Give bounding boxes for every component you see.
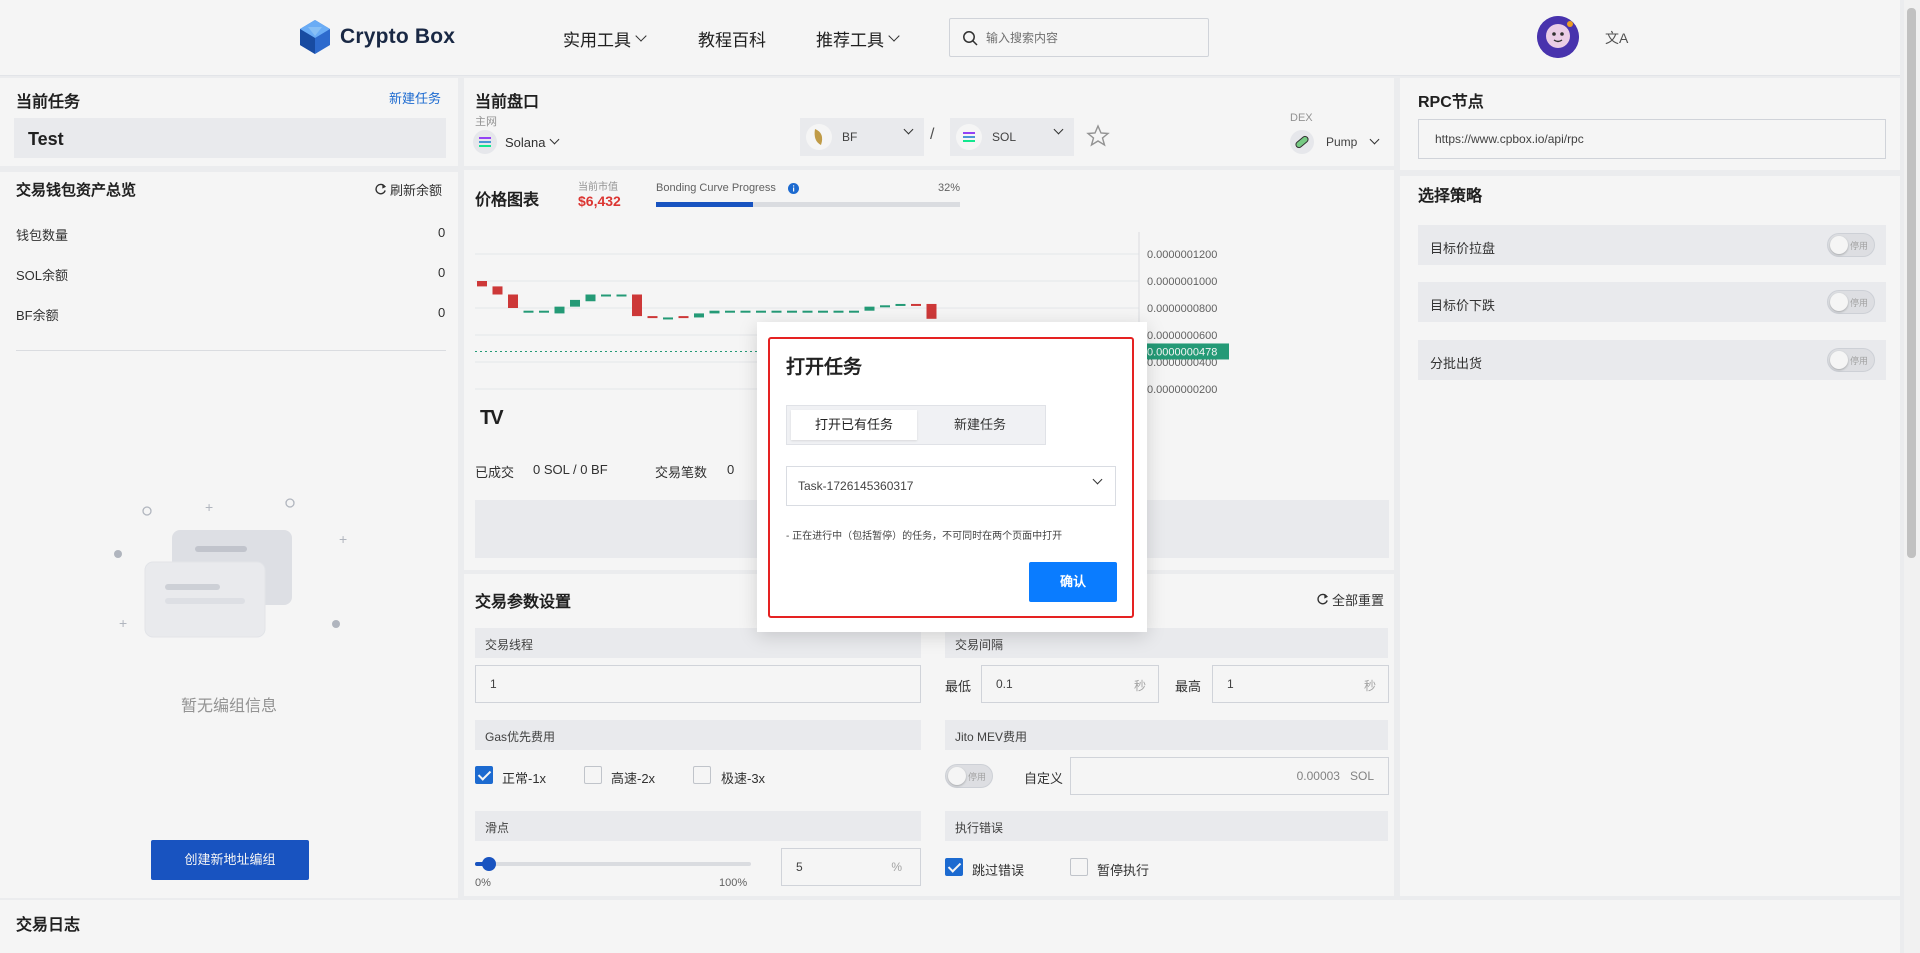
highlight-box (768, 337, 1134, 618)
scrollbar-thumb[interactable] (1907, 8, 1916, 558)
